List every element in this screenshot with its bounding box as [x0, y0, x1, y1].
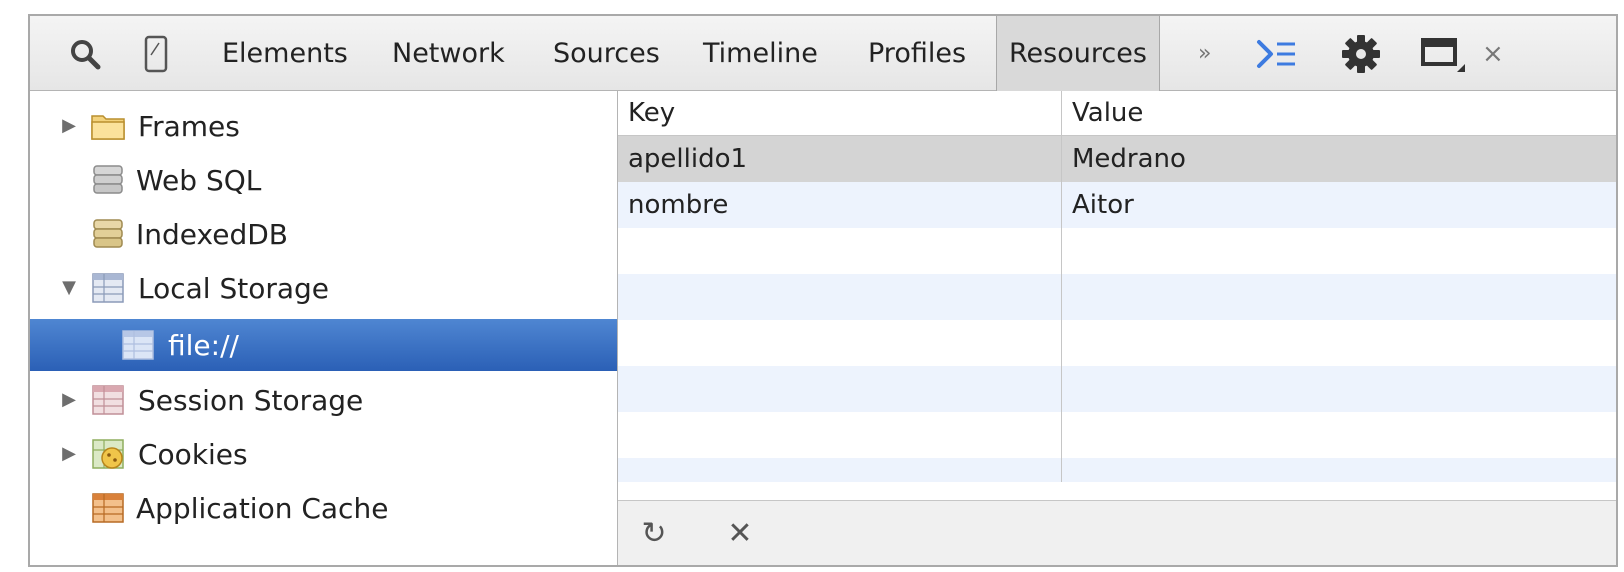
key-cell[interactable]: apellido1 [618, 136, 1062, 182]
value-cell[interactable]: Medrano [1062, 136, 1608, 182]
tab-label: Timeline [703, 38, 818, 69]
tab-network[interactable]: Network [392, 16, 505, 91]
tab-resources[interactable]: Resources [996, 16, 1160, 91]
toolbar: Elements Network Sources Timeline Profil… [30, 16, 1616, 91]
cookie-icon [92, 439, 124, 469]
disclosure-collapsed-icon[interactable]: ▶ [58, 443, 80, 464]
table-row-empty [618, 412, 1616, 458]
tab-label: Resources [1009, 38, 1147, 69]
sidebar-item-frames[interactable]: ▶ Frames [30, 99, 617, 153]
tab-elements[interactable]: Elements [222, 16, 348, 91]
sidebar-item-application-cache[interactable]: Application Cache [30, 481, 617, 535]
cache-grid-icon [92, 493, 124, 523]
sidebar-item-web-sql[interactable]: Web SQL [30, 153, 617, 207]
folder-icon [91, 115, 125, 140]
disclosure-expanded-icon[interactable]: ▼ [58, 277, 80, 298]
disclosure-collapsed-icon[interactable]: ▶ [58, 115, 80, 136]
sidebar-item-label: Session Storage [138, 383, 364, 417]
tab-label: Profiles [868, 38, 967, 69]
column-header-label: Key [628, 98, 676, 128]
sidebar-item-label: Frames [138, 109, 240, 143]
sidebar-item-file-origin[interactable]: file:// [30, 319, 617, 371]
storage-grid-icon [92, 385, 124, 415]
disclosure-collapsed-icon[interactable]: ▶ [58, 389, 80, 410]
table-row[interactable]: apellido1 Medrano [618, 136, 1616, 182]
database-icon [93, 219, 123, 248]
dock-icon[interactable] [1413, 16, 1473, 91]
sidebar-item-local-storage[interactable]: ▼ Local Storage [30, 261, 617, 315]
tabs-overflow-button[interactable]: » [1198, 16, 1211, 91]
column-header-key[interactable]: Key [618, 91, 1062, 135]
column-header-value[interactable]: Value [1062, 91, 1608, 135]
mobile-device-icon[interactable] [134, 16, 178, 91]
storage-grid-icon [122, 330, 154, 360]
key-cell[interactable]: nombre [618, 182, 1062, 228]
sidebar-item-session-storage[interactable]: ▶ Session Storage [30, 373, 617, 427]
tab-label: Elements [222, 38, 348, 69]
sidebar-item-label: Application Cache [136, 491, 389, 525]
console-drawer-icon[interactable] [1250, 16, 1304, 91]
resources-sidebar: ▶ Frames Web SQL IndexedDB ▼ Local Stora… [30, 91, 618, 565]
refresh-icon: ↻ [641, 515, 667, 551]
tab-sources[interactable]: Sources [553, 16, 660, 91]
table-header: Key Value [618, 91, 1616, 136]
database-icon [93, 165, 123, 194]
table-row-empty [618, 320, 1616, 366]
devtools-window: Elements Network Sources Timeline Profil… [28, 14, 1618, 567]
column-divider[interactable] [1061, 91, 1062, 482]
close-icon[interactable]: × [1482, 16, 1504, 91]
tab-label: Network [392, 38, 505, 69]
overflow-label: » [1198, 41, 1212, 66]
table-row-empty [618, 274, 1616, 320]
sidebar-item-indexeddb[interactable]: IndexedDB [30, 207, 617, 261]
storage-table-panel: Key Value apellido1 Medrano nombre Aitor [618, 91, 1616, 565]
search-icon[interactable] [60, 16, 110, 91]
sidebar-item-label: Local Storage [138, 271, 330, 305]
tab-profiles[interactable]: Profiles [868, 16, 966, 91]
storage-footer-toolbar: ↻ ✕ [618, 500, 1616, 565]
table-row-empty [618, 228, 1616, 274]
sidebar-item-label: Web SQL [136, 163, 262, 197]
close-label: × [1482, 38, 1504, 69]
table-row[interactable]: nombre Aitor [618, 182, 1616, 228]
value-cell[interactable]: Aitor [1062, 182, 1608, 228]
delete-button[interactable]: ✕ [718, 501, 762, 565]
column-header-label: Value [1072, 98, 1144, 128]
sidebar-item-label: IndexedDB [136, 217, 288, 251]
gear-icon[interactable] [1336, 16, 1386, 91]
table-row-empty [618, 366, 1616, 412]
refresh-button[interactable]: ↻ [632, 501, 676, 565]
table-row-empty [618, 458, 1616, 482]
storage-grid-icon [92, 273, 124, 303]
sidebar-item-label: Cookies [138, 437, 248, 471]
sidebar-item-label: file:// [168, 328, 239, 362]
tab-timeline[interactable]: Timeline [703, 16, 818, 91]
sidebar-item-cookies[interactable]: ▶ Cookies [30, 427, 617, 481]
close-icon: ✕ [727, 515, 753, 551]
table-body: apellido1 Medrano nombre Aitor [618, 136, 1616, 482]
tab-label: Sources [553, 38, 660, 69]
